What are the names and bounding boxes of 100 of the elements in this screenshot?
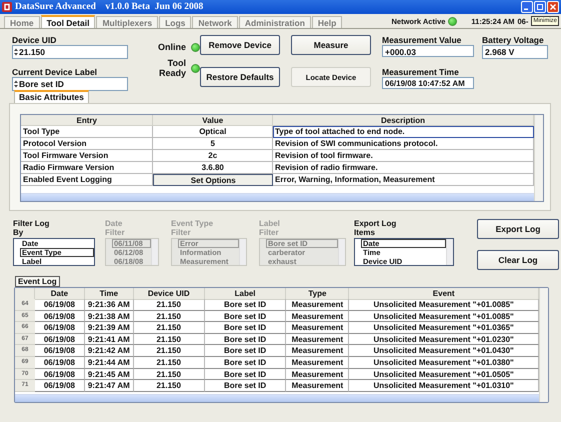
table-cell: 9:21:36 AM xyxy=(84,299,134,311)
tab[interactable]: Event Log xyxy=(15,276,60,287)
action-button[interactable]: Remove Device xyxy=(200,35,280,55)
field-label: Battery Voltage xyxy=(482,35,544,45)
table-cell: Revision of tool firmware. xyxy=(273,150,534,162)
table-cell: 9:21:47 AM xyxy=(84,380,134,392)
table-cell: Measurement xyxy=(286,368,350,380)
column-header[interactable]: Value xyxy=(153,115,274,126)
readout-field: 06/19/08 10:47:52 AM xyxy=(382,77,474,89)
spinner-icon[interactable] xyxy=(14,48,18,56)
horizontal-scrollbar[interactable] xyxy=(15,394,539,402)
table-cell: 21.150 xyxy=(134,345,205,357)
table-cell: 9:21:42 AM xyxy=(84,345,134,357)
window-title: DataSure Advanced v1.0.0 Beta Jun 06 2008 xyxy=(15,2,204,12)
table-cell: 06/19/08 xyxy=(34,345,85,357)
tab[interactable]: Home xyxy=(4,16,40,28)
tab[interactable]: Help xyxy=(312,16,342,28)
table-cell: Measurement xyxy=(286,345,350,357)
table-cell: 06/19/08 xyxy=(34,299,85,311)
table-cell: 21.150 xyxy=(134,356,205,369)
table-cell: 21.150 xyxy=(134,368,205,380)
table-cell: Measurement xyxy=(286,310,350,322)
table-cell: 9:21:39 AM xyxy=(84,322,134,334)
maximize-icon xyxy=(536,3,544,11)
maximize-button[interactable] xyxy=(534,1,546,13)
filter-label: Date Filter xyxy=(105,219,126,238)
close-button[interactable] xyxy=(547,1,559,13)
tab[interactable]: Multiplexers xyxy=(96,16,158,28)
indicator-label: Tool Ready xyxy=(158,58,186,78)
table-cell: 9:21:41 AM xyxy=(84,334,134,346)
table-cell: 9:21:44 AM xyxy=(84,356,134,369)
table-cell: 21.150 xyxy=(134,380,205,392)
table-cell: 2c xyxy=(153,150,274,162)
table-cell: 9:21:45 AM xyxy=(84,368,134,380)
table-cell: Revision of SWI communications protocol. xyxy=(273,138,534,150)
table-cell: Measurement xyxy=(286,322,350,334)
table-cell: Measurement xyxy=(286,356,350,369)
app-icon xyxy=(2,2,12,12)
field-label: Measurement Value xyxy=(382,35,462,45)
tab[interactable]: Basic Attributes xyxy=(14,90,89,103)
table-cell: Measurement xyxy=(286,334,350,346)
table-cell: 06/19/08 xyxy=(34,380,85,392)
table-cell: Bore set ID xyxy=(204,322,286,334)
tab[interactable]: Tool Detail xyxy=(40,15,96,28)
table-cell: Radio Firmware Version xyxy=(21,162,154,174)
vertical-scrollbar[interactable] xyxy=(239,239,246,265)
column-header[interactable]: Description xyxy=(273,115,534,126)
field-label: Measurement Time xyxy=(382,67,459,77)
table-cell: Optical xyxy=(153,126,274,138)
table-cell: Error, Warning, Information, Measurement xyxy=(273,174,534,186)
horizontal-scrollbar[interactable] xyxy=(21,193,534,201)
action-button[interactable]: Restore Defaults xyxy=(200,67,280,87)
vertical-scrollbar[interactable] xyxy=(534,115,543,201)
table-cell: 06/19/08 xyxy=(34,356,85,369)
table-cell: Unsolicited Measurement "+01.0365" xyxy=(349,322,539,334)
vertical-scrollbar[interactable] xyxy=(151,239,158,265)
action-button[interactable]: Measure xyxy=(291,35,371,55)
table-cell: Bore set ID xyxy=(204,310,286,322)
readout-field: +000.03 xyxy=(382,45,474,57)
action-button[interactable]: Export Log xyxy=(477,219,559,239)
table-cell: Measurement xyxy=(286,299,350,311)
device-uid-field[interactable]: 21.150 xyxy=(12,45,128,59)
device-label-field[interactable]: Bore set ID xyxy=(12,77,128,91)
table-cell: 06/19/08 xyxy=(34,322,85,334)
table-cell: Tool Firmware Version xyxy=(21,150,154,162)
minimize-button[interactable] xyxy=(521,1,533,13)
table-cell: Bore set ID xyxy=(204,345,286,357)
set-options-button[interactable]: Set Options xyxy=(153,174,274,186)
table-cell: Unsolicited Measurement "+01.0380" xyxy=(349,356,539,369)
action-button[interactable]: Clear Log xyxy=(477,250,559,270)
vertical-scrollbar[interactable] xyxy=(338,239,345,265)
filter-label: Filter Log By xyxy=(13,219,50,238)
tab[interactable]: Administration xyxy=(238,16,311,28)
table-cell: 9:21:38 AM xyxy=(84,310,134,322)
column-header[interactable]: Type xyxy=(286,288,350,300)
column-header[interactable]: Device UID xyxy=(134,288,205,300)
tab[interactable]: Logs xyxy=(159,16,192,28)
table-cell: 21.150 xyxy=(134,322,205,334)
table-cell: Unsolicited Measurement "+01.0230" xyxy=(349,334,539,346)
table-cell: 5 xyxy=(153,138,274,150)
table-cell: 06/19/08 xyxy=(34,310,85,322)
column-header[interactable]: Event xyxy=(349,288,539,300)
tab[interactable]: Network xyxy=(192,16,238,28)
table-cell: Bore set ID xyxy=(204,334,286,346)
spinner-icon[interactable] xyxy=(14,80,18,88)
close-icon xyxy=(549,3,557,11)
column-header[interactable]: Entry xyxy=(21,115,154,126)
table-cell: Unsolicited Measurement "+01.0085" xyxy=(349,299,539,311)
table-cell: Bore set ID xyxy=(204,299,286,311)
column-header[interactable]: Label xyxy=(204,288,286,300)
vertical-scrollbar[interactable] xyxy=(446,239,453,265)
table-cell: Measurement xyxy=(286,380,350,392)
vertical-scrollbar[interactable] xyxy=(539,288,548,402)
indicator-label: Online xyxy=(156,42,186,52)
field-label: Current Device Label xyxy=(12,67,98,77)
column-header[interactable]: Date xyxy=(34,288,85,300)
readout-field: 2.968 V xyxy=(482,45,548,59)
table-cell: Enabled Event Logging xyxy=(21,174,154,186)
column-header[interactable]: Time xyxy=(84,288,134,300)
table-cell: Bore set ID xyxy=(204,380,286,392)
